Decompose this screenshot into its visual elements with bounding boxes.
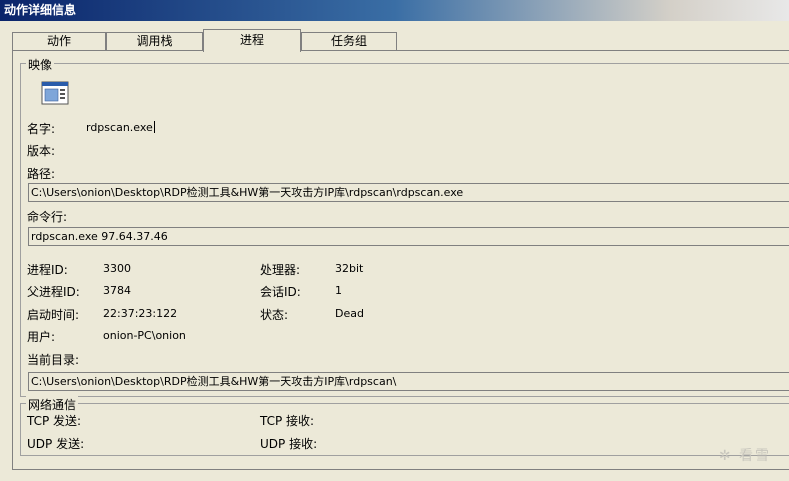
watermark-text: 看雪 xyxy=(739,448,771,464)
tab-callstack[interactable]: 调用栈 xyxy=(106,32,203,51)
cwd-field[interactable]: C:\Users\onion\Desktop\RDP检测工具&HW第一天攻击方I… xyxy=(28,372,789,391)
path-label: 路径: xyxy=(27,167,56,181)
pid-value: 3300 xyxy=(103,262,131,275)
tab-action[interactable]: 动作 xyxy=(12,32,106,51)
watermark: ✲ 看雪 xyxy=(718,448,771,464)
text-caret xyxy=(153,121,155,133)
name-value[interactable]: rdpscan.exe xyxy=(86,121,155,134)
tab-taskgroup[interactable]: 任务组 xyxy=(301,32,397,51)
image-group-title: 映像 xyxy=(26,56,55,73)
udp-send-label: UDP 发送: xyxy=(27,437,85,451)
network-group-title: 网络通信 xyxy=(26,396,79,413)
tab-panel-process: 映像 名字: rdpscan.exe 版本: 路径: C:\Users\onio… xyxy=(12,50,789,470)
version-label: 版本: xyxy=(27,144,56,158)
tab-process[interactable]: 进程 xyxy=(203,29,301,52)
cpu-label: 处理器: xyxy=(260,263,301,277)
start-time-value: 22:37:23:122 xyxy=(103,307,178,320)
cpu-value: 32bit xyxy=(335,262,364,275)
udp-recv-label: UDP 接收: xyxy=(260,437,318,451)
state-value: Dead xyxy=(335,307,364,320)
state-label: 状态: xyxy=(260,308,289,322)
window-title: 动作详细信息 xyxy=(0,0,789,21)
user-value: onion-PC\onion xyxy=(103,329,186,342)
start-time-label: 启动时间: xyxy=(27,308,80,322)
session-label: 会话ID: xyxy=(260,285,301,299)
ppid-label: 父进程ID: xyxy=(27,285,80,299)
cmdline-field[interactable]: rdpscan.exe 97.64.37.46 xyxy=(28,227,789,246)
tcp-send-label: TCP 发送: xyxy=(27,414,82,428)
session-value: 1 xyxy=(335,284,342,297)
pid-label: 进程ID: xyxy=(27,263,68,277)
user-label: 用户: xyxy=(27,330,56,344)
network-group: 网络通信 xyxy=(20,396,789,456)
cmdline-label: 命令行: xyxy=(27,210,68,224)
cwd-label: 当前目录: xyxy=(27,353,80,367)
ppid-value: 3784 xyxy=(103,284,131,297)
path-field[interactable]: C:\Users\onion\Desktop\RDP检测工具&HW第一天攻击方I… xyxy=(28,183,789,202)
tcp-recv-label: TCP 接收: xyxy=(260,414,315,428)
name-label: 名字: xyxy=(27,122,56,136)
executable-file-icon xyxy=(41,81,69,105)
name-value-text: rdpscan.exe xyxy=(86,121,153,134)
